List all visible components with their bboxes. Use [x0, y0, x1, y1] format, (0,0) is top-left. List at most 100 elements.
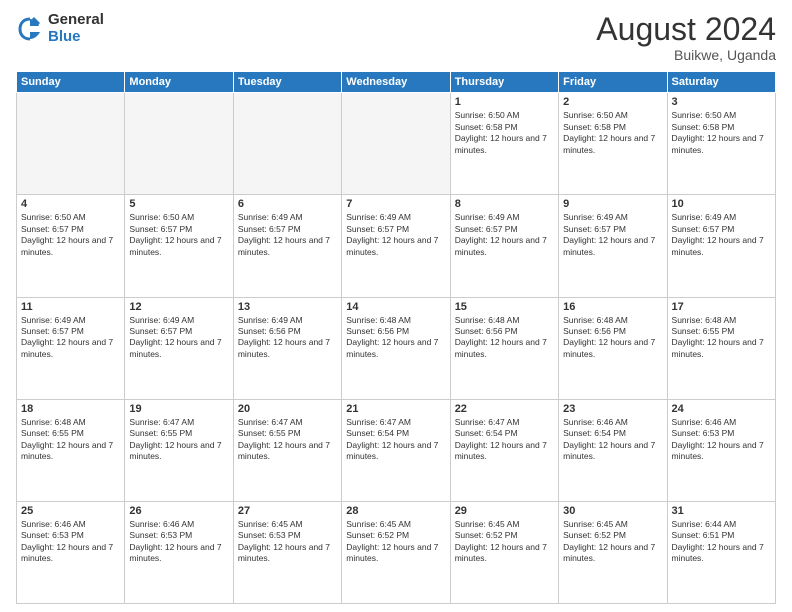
col-header-monday: Monday: [125, 72, 233, 93]
col-header-friday: Friday: [559, 72, 667, 93]
col-header-wednesday: Wednesday: [342, 72, 450, 93]
logo: General Blue: [16, 12, 104, 45]
logo-icon: [16, 15, 44, 43]
day-info: Sunrise: 6:45 AMSunset: 6:52 PMDaylight:…: [346, 519, 445, 565]
day-info: Sunrise: 6:50 AMSunset: 6:57 PMDaylight:…: [129, 212, 228, 258]
day-info: Sunrise: 6:48 AMSunset: 6:55 PMDaylight:…: [672, 315, 771, 361]
day-number: 6: [238, 198, 337, 210]
day-number: 17: [672, 301, 771, 313]
day-info: Sunrise: 6:47 AMSunset: 6:55 PMDaylight:…: [238, 417, 337, 463]
col-header-tuesday: Tuesday: [233, 72, 341, 93]
calendar-cell: 13Sunrise: 6:49 AMSunset: 6:56 PMDayligh…: [233, 297, 341, 399]
day-info: Sunrise: 6:49 AMSunset: 6:57 PMDaylight:…: [672, 212, 771, 258]
day-info: Sunrise: 6:45 AMSunset: 6:52 PMDaylight:…: [455, 519, 554, 565]
subtitle: Buikwe, Uganda: [596, 47, 776, 63]
day-number: 22: [455, 403, 554, 415]
calendar-cell: [125, 93, 233, 195]
day-number: 24: [672, 403, 771, 415]
col-header-saturday: Saturday: [667, 72, 775, 93]
calendar-cell: 16 Sunrise: 6:48 AMSunset: 6:56 PMDayligh…: [559, 297, 667, 399]
day-info: Sunrise: 6:46 AMSunset: 6:54 PMDaylight:…: [563, 417, 662, 463]
day-info: Sunrise: 6:49 AMSunset: 6:57 PMDaylight:…: [238, 212, 337, 258]
day-info: Sunrise: 6:48 AMSunset: 6:55 PMDaylight:…: [21, 417, 120, 463]
calendar-header-row: SundayMondayTuesdayWednesdayThursdayFrid…: [17, 72, 776, 93]
day-number: 7: [346, 198, 445, 210]
calendar-cell: 9Sunrise: 6:49 AMSunset: 6:57 PMDaylight…: [559, 195, 667, 297]
calendar-cell: [17, 93, 125, 195]
day-info: Sunrise: 6:50 AMSunset: 6:58 PMDaylight:…: [455, 110, 554, 156]
calendar-cell: 17 Sunrise: 6:48 AMSunset: 6:55 PMDayligh…: [667, 297, 775, 399]
day-number: 30: [563, 505, 662, 517]
calendar-cell: 10 Sunrise: 6:49 AMSunset: 6:57 PMDayligh…: [667, 195, 775, 297]
calendar-cell: 1 Sunrise: 6:50 AMSunset: 6:58 PMDaylight…: [450, 93, 558, 195]
calendar-cell: 18Sunrise: 6:48 AMSunset: 6:55 PMDayligh…: [17, 399, 125, 501]
day-number: 29: [455, 505, 554, 517]
day-number: 14: [346, 301, 445, 313]
calendar-week-row: 25 Sunrise: 6:46 AMSunset: 6:53 PMDayligh…: [17, 501, 776, 603]
calendar-cell: 24 Sunrise: 6:46 AMSunset: 6:53 PMDayligh…: [667, 399, 775, 501]
calendar-cell: 23 Sunrise: 6:46 AMSunset: 6:54 PMDayligh…: [559, 399, 667, 501]
day-info: Sunrise: 6:49 AMSunset: 6:57 PMDaylight:…: [21, 315, 120, 361]
day-number: 11: [21, 301, 120, 313]
day-info: Sunrise: 6:50 AMSunset: 6:58 PMDaylight:…: [563, 110, 662, 156]
day-info: Sunrise: 6:50 AMSunset: 6:57 PMDaylight:…: [21, 212, 120, 258]
calendar-cell: 26 Sunrise: 6:46 AMSunset: 6:53 PMDayligh…: [125, 501, 233, 603]
day-info: Sunrise: 6:46 AMSunset: 6:53 PMDaylight:…: [129, 519, 228, 565]
calendar-cell: 15Sunrise: 6:48 AMSunset: 6:56 PMDayligh…: [450, 297, 558, 399]
calendar-cell: 14 Sunrise: 6:48 AMSunset: 6:56 PMDayligh…: [342, 297, 450, 399]
day-info: Sunrise: 6:46 AMSunset: 6:53 PMDaylight:…: [672, 417, 771, 463]
day-info: Sunrise: 6:48 AMSunset: 6:56 PMDaylight:…: [563, 315, 662, 361]
calendar-cell: 5 Sunrise: 6:50 AMSunset: 6:57 PMDaylight…: [125, 195, 233, 297]
day-number: 20: [238, 403, 337, 415]
day-info: Sunrise: 6:45 AMSunset: 6:52 PMDaylight:…: [563, 519, 662, 565]
day-number: 5: [129, 198, 228, 210]
day-info: Sunrise: 6:47 AMSunset: 6:54 PMDaylight:…: [346, 417, 445, 463]
calendar-cell: [233, 93, 341, 195]
day-number: 13: [238, 301, 337, 313]
calendar-cell: 22Sunrise: 6:47 AMSunset: 6:54 PMDayligh…: [450, 399, 558, 501]
day-info: Sunrise: 6:49 AMSunset: 6:57 PMDaylight:…: [129, 315, 228, 361]
calendar-week-row: 1 Sunrise: 6:50 AMSunset: 6:58 PMDaylight…: [17, 93, 776, 195]
calendar-cell: 4 Sunrise: 6:50 AMSunset: 6:57 PMDaylight…: [17, 195, 125, 297]
calendar-cell: 27 Sunrise: 6:45 AMSunset: 6:53 PMDayligh…: [233, 501, 341, 603]
header: General Blue August 2024 Buikwe, Uganda: [16, 12, 776, 63]
logo-blue: Blue: [48, 29, 104, 46]
calendar-week-row: 11 Sunrise: 6:49 AMSunset: 6:57 PMDayligh…: [17, 297, 776, 399]
day-number: 16: [563, 301, 662, 313]
calendar-cell: 7 Sunrise: 6:49 AMSunset: 6:57 PMDaylight…: [342, 195, 450, 297]
day-number: 27: [238, 505, 337, 517]
calendar-cell: 28 Sunrise: 6:45 AMSunset: 6:52 PMDayligh…: [342, 501, 450, 603]
calendar-cell: 30 Sunrise: 6:45 AMSunset: 6:52 PMDayligh…: [559, 501, 667, 603]
col-header-sunday: Sunday: [17, 72, 125, 93]
day-number: 4: [21, 198, 120, 210]
calendar-week-row: 4 Sunrise: 6:50 AMSunset: 6:57 PMDaylight…: [17, 195, 776, 297]
logo-general: General: [48, 12, 104, 29]
calendar-cell: 29 Sunrise: 6:45 AMSunset: 6:52 PMDayligh…: [450, 501, 558, 603]
day-info: Sunrise: 6:44 AMSunset: 6:51 PMDaylight:…: [672, 519, 771, 565]
day-number: 26: [129, 505, 228, 517]
day-number: 1: [455, 96, 554, 108]
day-number: 2: [563, 96, 662, 108]
page: General Blue August 2024 Buikwe, Uganda …: [0, 0, 792, 612]
day-number: 10: [672, 198, 771, 210]
day-info: Sunrise: 6:50 AMSunset: 6:58 PMDaylight:…: [672, 110, 771, 156]
day-info: Sunrise: 6:49 AMSunset: 6:57 PMDaylight:…: [563, 212, 662, 258]
logo-text: General Blue: [48, 12, 104, 45]
calendar-cell: 31Sunrise: 6:44 AMSunset: 6:51 PMDayligh…: [667, 501, 775, 603]
day-info: Sunrise: 6:49 AMSunset: 6:57 PMDaylight:…: [346, 212, 445, 258]
calendar-cell: 19Sunrise: 6:47 AMSunset: 6:55 PMDayligh…: [125, 399, 233, 501]
day-info: Sunrise: 6:48 AMSunset: 6:56 PMDaylight:…: [346, 315, 445, 361]
day-number: 28: [346, 505, 445, 517]
day-info: Sunrise: 6:45 AMSunset: 6:53 PMDaylight:…: [238, 519, 337, 565]
day-number: 21: [346, 403, 445, 415]
calendar-week-row: 18Sunrise: 6:48 AMSunset: 6:55 PMDayligh…: [17, 399, 776, 501]
day-number: 8: [455, 198, 554, 210]
col-header-thursday: Thursday: [450, 72, 558, 93]
day-info: Sunrise: 6:49 AMSunset: 6:57 PMDaylight:…: [455, 212, 554, 258]
day-number: 12: [129, 301, 228, 313]
calendar-table: SundayMondayTuesdayWednesdayThursdayFrid…: [16, 71, 776, 604]
day-number: 19: [129, 403, 228, 415]
day-number: 25: [21, 505, 120, 517]
calendar-cell: 20 Sunrise: 6:47 AMSunset: 6:55 PMDayligh…: [233, 399, 341, 501]
day-number: 23: [563, 403, 662, 415]
